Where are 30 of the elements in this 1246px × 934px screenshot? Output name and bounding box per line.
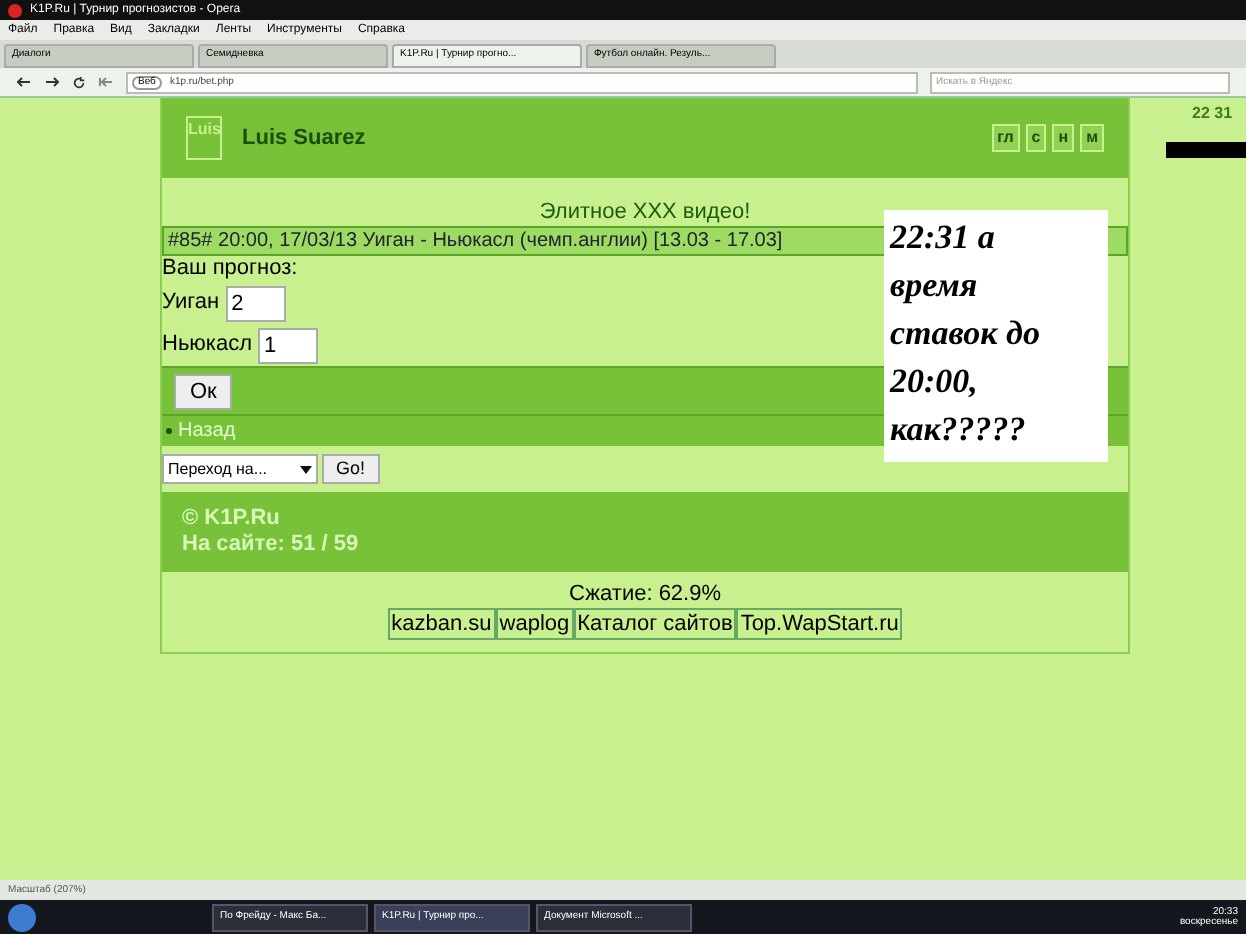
nav-link[interactable]: гл xyxy=(991,124,1020,152)
score-input[interactable]: 1 xyxy=(258,327,319,363)
team-label: Ньюкасл xyxy=(162,330,253,361)
nav-link[interactable]: с xyxy=(1025,124,1047,152)
username: Luis Suarez xyxy=(242,123,366,154)
nav-link[interactable]: м xyxy=(1080,124,1104,152)
bullet-icon xyxy=(166,428,172,434)
prompt-label: Ваш прогноз: xyxy=(162,256,300,282)
start-button[interactable] xyxy=(8,903,36,931)
jump-select[interactable]: Переход на... xyxy=(162,454,318,484)
nav-link[interactable]: н xyxy=(1052,124,1075,152)
forward-icon[interactable] xyxy=(44,76,60,88)
back-icon[interactable] xyxy=(16,76,32,88)
browser-logo-icon xyxy=(8,3,22,17)
score-input[interactable]: 2 xyxy=(225,285,286,321)
counter-link[interactable]: Top.WapStart.ru xyxy=(736,608,903,640)
ok-button[interactable]: Ок xyxy=(174,373,233,409)
team-label: Уиган xyxy=(162,288,220,319)
copyright-text: © K1P.Ru xyxy=(182,506,282,532)
match-info: #85# 20:00, 17/03/13 Уиган - Ньюкасл (чемп.англии) [13.03 - 17.03] xyxy=(168,228,783,256)
counter-link[interactable]: Каталог сайтов xyxy=(573,608,737,640)
reload-icon[interactable] xyxy=(72,75,86,89)
avatar: Luis xyxy=(186,116,222,160)
compression-text: Сжатие: 62.9% xyxy=(566,582,724,608)
corner-time: 22 31 xyxy=(1192,102,1233,126)
counter-link[interactable]: kazban.su xyxy=(387,608,496,640)
counter-link[interactable]: waplog xyxy=(495,608,574,640)
go-button[interactable]: Go! xyxy=(322,454,380,484)
dropdown-caret-icon xyxy=(300,465,312,473)
redaction-bar xyxy=(1166,142,1246,158)
